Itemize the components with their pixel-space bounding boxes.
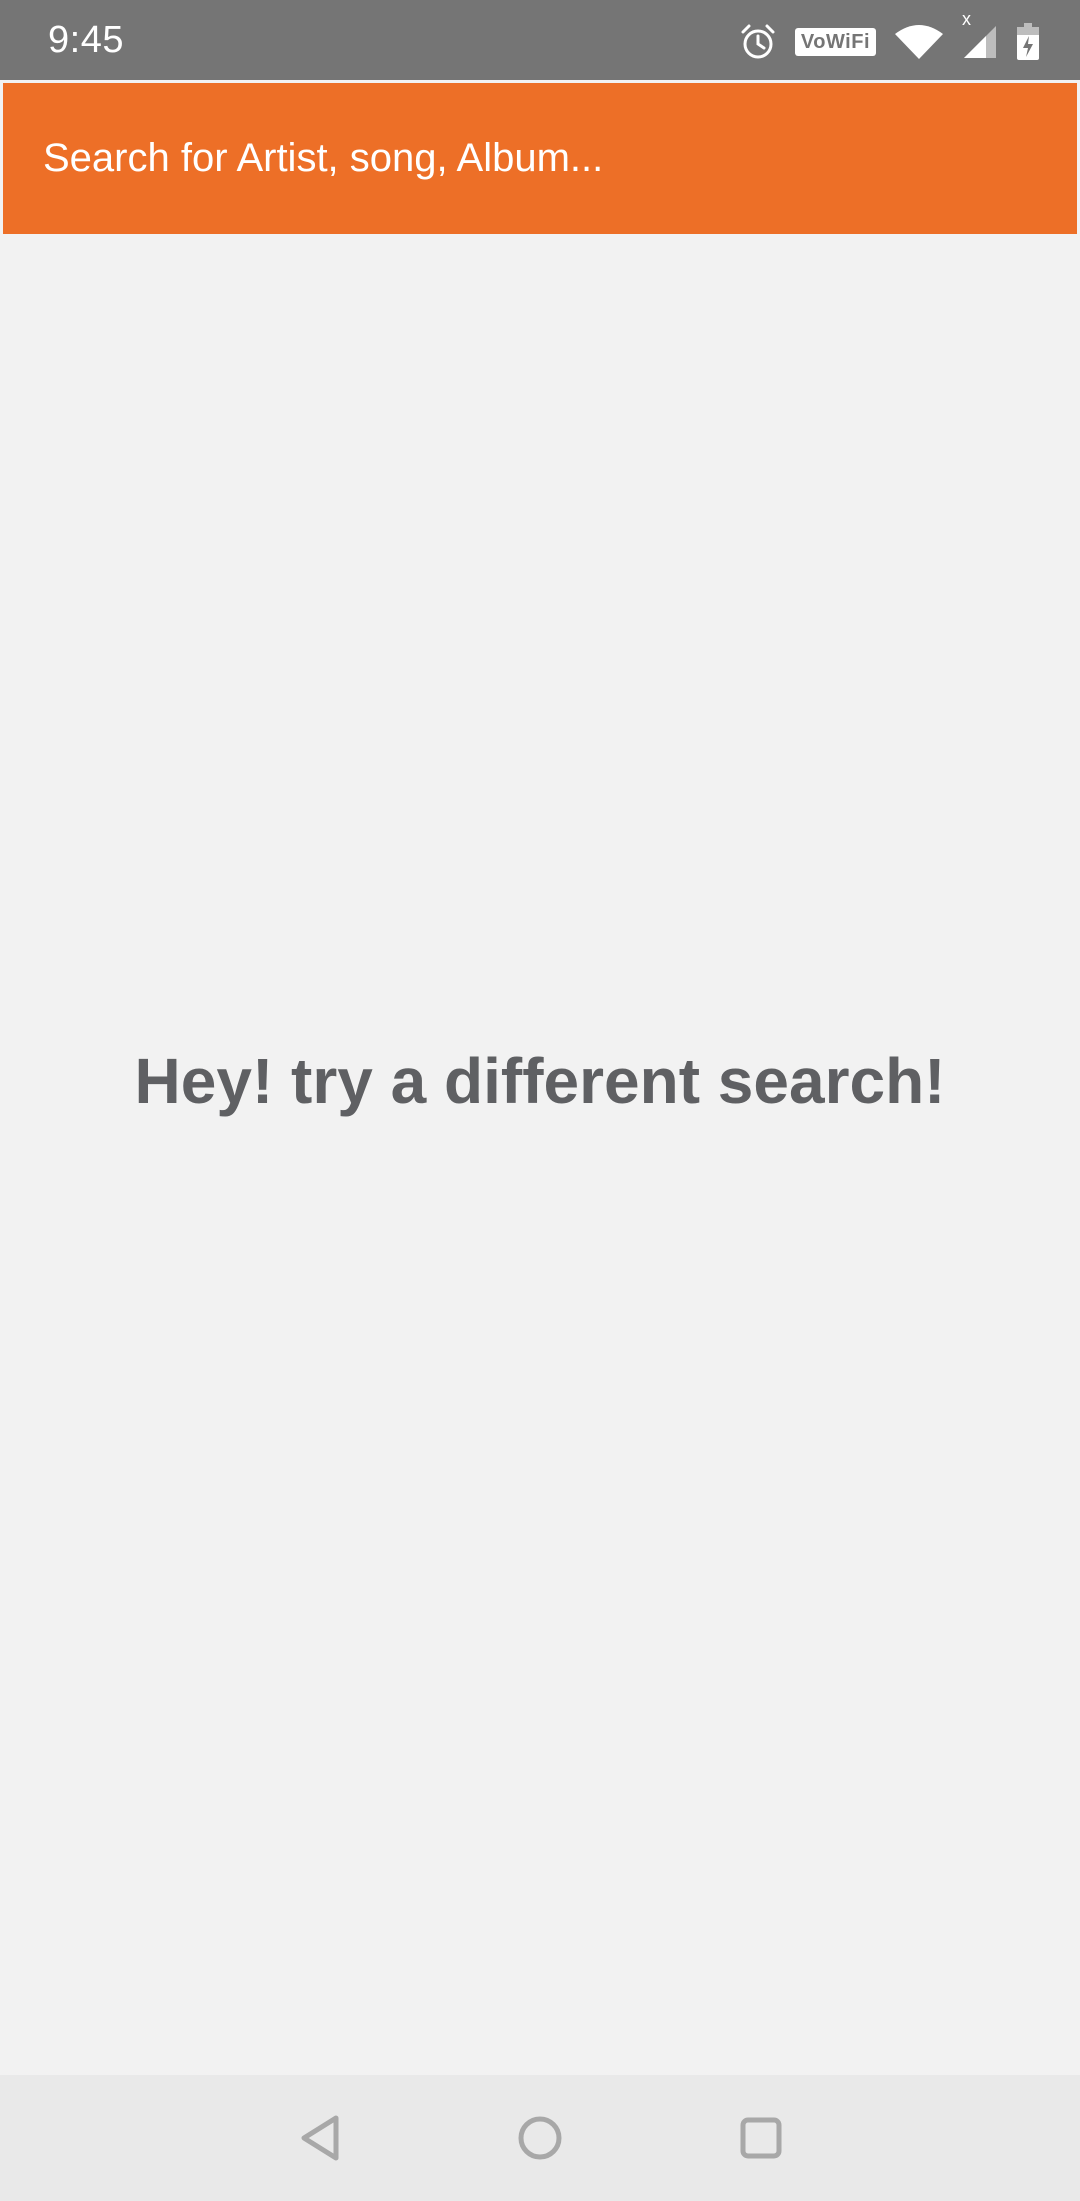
home-circle-icon [518, 2116, 562, 2160]
home-button[interactable] [505, 2103, 575, 2173]
status-bar: 9:45 VoWiFi x [0, 0, 1080, 80]
alarm-icon [739, 23, 777, 61]
signal-badge: x [962, 9, 971, 29]
battery-charging-icon [1016, 23, 1040, 61]
status-icons: VoWiFi x [739, 10, 1040, 64]
back-button[interactable] [285, 2103, 355, 2173]
recents-square-icon [740, 2117, 782, 2159]
navigation-bar [0, 2075, 1080, 2201]
search-bar [3, 83, 1077, 234]
empty-state-message: Hey! try a different search! [134, 1045, 946, 1117]
vowifi-icon: VoWiFi [794, 28, 876, 56]
recents-button[interactable] [726, 2103, 796, 2173]
wifi-icon [894, 24, 944, 60]
signal-icon: x [962, 10, 998, 60]
status-time: 9:45 [48, 19, 124, 61]
back-triangle-icon [301, 2115, 339, 2161]
search-input[interactable] [43, 128, 1003, 189]
